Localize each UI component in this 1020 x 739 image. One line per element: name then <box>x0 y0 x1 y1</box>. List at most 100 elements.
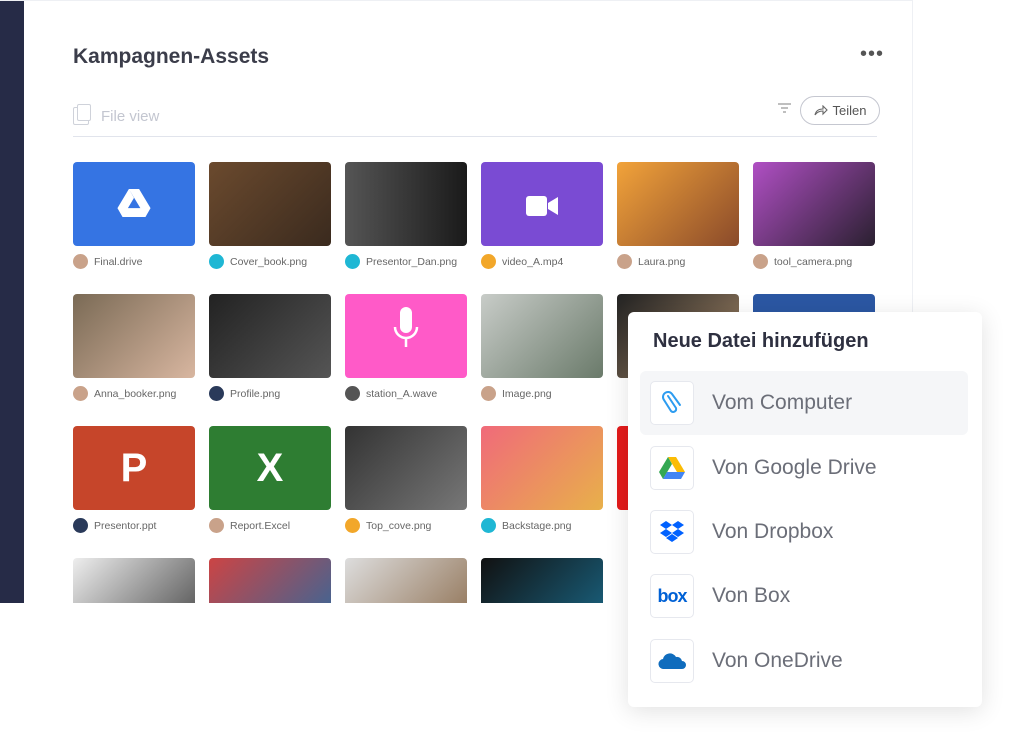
menu-item-label: Von Google Drive <box>712 456 877 479</box>
video-camera-icon <box>526 182 558 227</box>
file-thumbnail[interactable]: P <box>73 426 195 510</box>
file-caption: Presentor_Dan.png <box>345 254 467 269</box>
file-tile[interactable] <box>481 558 603 603</box>
share-icon <box>813 105 828 116</box>
file-view-label: File view <box>101 107 160 125</box>
file-thumbnail[interactable] <box>753 162 875 246</box>
file-caption: Profile.png <box>209 386 331 401</box>
file-name: Laura.png <box>638 255 686 268</box>
file-thumbnail[interactable] <box>209 558 331 603</box>
file-thumbnail[interactable] <box>481 162 603 246</box>
avatar <box>481 254 496 269</box>
file-thumbnail[interactable] <box>73 162 195 246</box>
file-caption: Report.Excel <box>209 518 331 533</box>
file-caption: Image.png <box>481 386 603 401</box>
share-button[interactable]: Teilen <box>800 96 880 125</box>
file-tile[interactable]: video_A.mp4 <box>481 162 603 269</box>
file-name: Cover_book.png <box>230 255 308 268</box>
file-caption: Top_cove.png <box>345 518 467 533</box>
menu-item-computer[interactable]: Vom Computer <box>640 371 968 435</box>
menu-item-google-drive[interactable]: Von Google Drive <box>640 436 968 500</box>
avatar <box>345 386 360 401</box>
file-tile[interactable]: Cover_book.png <box>209 162 331 269</box>
file-thumbnail[interactable] <box>209 294 331 378</box>
file-caption: Anna_booker.png <box>73 386 195 401</box>
file-caption: tool_camera.png <box>753 254 875 269</box>
file-tile[interactable]: tool_camera.png <box>753 162 875 269</box>
add-file-menu: Neue Datei hinzufügen Vom Computer Von G… <box>628 312 982 707</box>
menu-item-label: Von OneDrive <box>712 649 843 672</box>
menu-item-onedrive[interactable]: Von OneDrive <box>640 629 968 693</box>
file-tile[interactable] <box>73 558 195 603</box>
dropbox-icon <box>650 510 694 554</box>
microphone-icon <box>393 307 419 365</box>
file-thumbnail[interactable] <box>617 162 739 246</box>
file-tile[interactable]: Top_cove.png <box>345 426 467 533</box>
file-name: tool_camera.png <box>774 255 853 268</box>
file-tile[interactable]: station_A.wave <box>345 294 467 401</box>
file-tile[interactable]: X Report.Excel <box>209 426 331 533</box>
file-thumbnail[interactable]: X <box>209 426 331 510</box>
file-thumbnail[interactable] <box>481 558 603 603</box>
more-options-icon[interactable]: ••• <box>860 44 884 64</box>
file-tile[interactable]: Image.png <box>481 294 603 401</box>
file-caption: Presentor.ppt <box>73 518 195 533</box>
file-tile[interactable]: Final.drive <box>73 162 195 269</box>
file-thumbnail[interactable] <box>481 294 603 378</box>
onedrive-icon <box>650 639 694 683</box>
menu-item-box[interactable]: box Von Box <box>640 564 968 628</box>
paperclip-icon <box>650 381 694 425</box>
file-tile[interactable]: Backstage.png <box>481 426 603 533</box>
file-tile[interactable]: Presentor_Dan.png <box>345 162 467 269</box>
avatar <box>209 386 224 401</box>
file-caption: station_A.wave <box>345 386 467 401</box>
file-name: Top_cove.png <box>366 519 432 532</box>
file-thumbnail[interactable] <box>345 426 467 510</box>
google-drive-icon <box>117 182 151 227</box>
share-label: Teilen <box>832 103 867 118</box>
file-thumbnail[interactable] <box>481 426 603 510</box>
excel-icon: X <box>256 445 284 490</box>
file-name: Final.drive <box>94 255 143 268</box>
file-view-tab[interactable]: File view <box>73 104 160 125</box>
avatar <box>209 254 224 269</box>
file-tile[interactable] <box>345 558 467 603</box>
avatar <box>617 254 632 269</box>
file-thumbnail[interactable] <box>345 558 467 603</box>
box-icon: box <box>650 574 694 618</box>
avatar <box>345 254 360 269</box>
menu-item-label: Von Dropbox <box>712 520 834 543</box>
file-thumbnail[interactable] <box>209 162 331 246</box>
page-title: Kampagnen-Assets <box>73 45 270 68</box>
file-thumbnail[interactable] <box>73 294 195 378</box>
file-name: station_A.wave <box>366 387 438 400</box>
avatar <box>481 518 496 533</box>
file-tile[interactable]: Laura.png <box>617 162 739 269</box>
file-tile[interactable]: Anna_booker.png <box>73 294 195 401</box>
avatar <box>345 518 360 533</box>
avatar <box>73 386 88 401</box>
file-tile[interactable] <box>209 558 331 603</box>
avatar <box>209 518 224 533</box>
file-name: video_A.mp4 <box>502 255 564 268</box>
google-drive-icon <box>650 446 694 490</box>
avatar <box>481 386 496 401</box>
menu-title: Neue Datei hinzufügen <box>653 330 869 352</box>
left-sidebar <box>0 1 24 603</box>
file-name: Backstage.png <box>502 519 572 532</box>
file-name: Report.Excel <box>230 519 291 532</box>
file-thumbnail[interactable] <box>73 558 195 603</box>
powerpoint-icon: P <box>120 445 148 490</box>
menu-item-dropbox[interactable]: Von Dropbox <box>640 500 968 564</box>
file-thumbnail[interactable] <box>345 294 467 378</box>
file-tile[interactable]: P Presentor.ppt <box>73 426 195 533</box>
divider <box>73 136 877 137</box>
file-tile[interactable]: Profile.png <box>209 294 331 401</box>
filter-icon[interactable] <box>778 103 792 113</box>
avatar <box>73 518 88 533</box>
file-caption: Laura.png <box>617 254 739 269</box>
file-name: Anna_booker.png <box>94 387 177 400</box>
avatar <box>73 254 88 269</box>
file-thumbnail[interactable] <box>345 162 467 246</box>
copy-icon <box>73 104 91 125</box>
